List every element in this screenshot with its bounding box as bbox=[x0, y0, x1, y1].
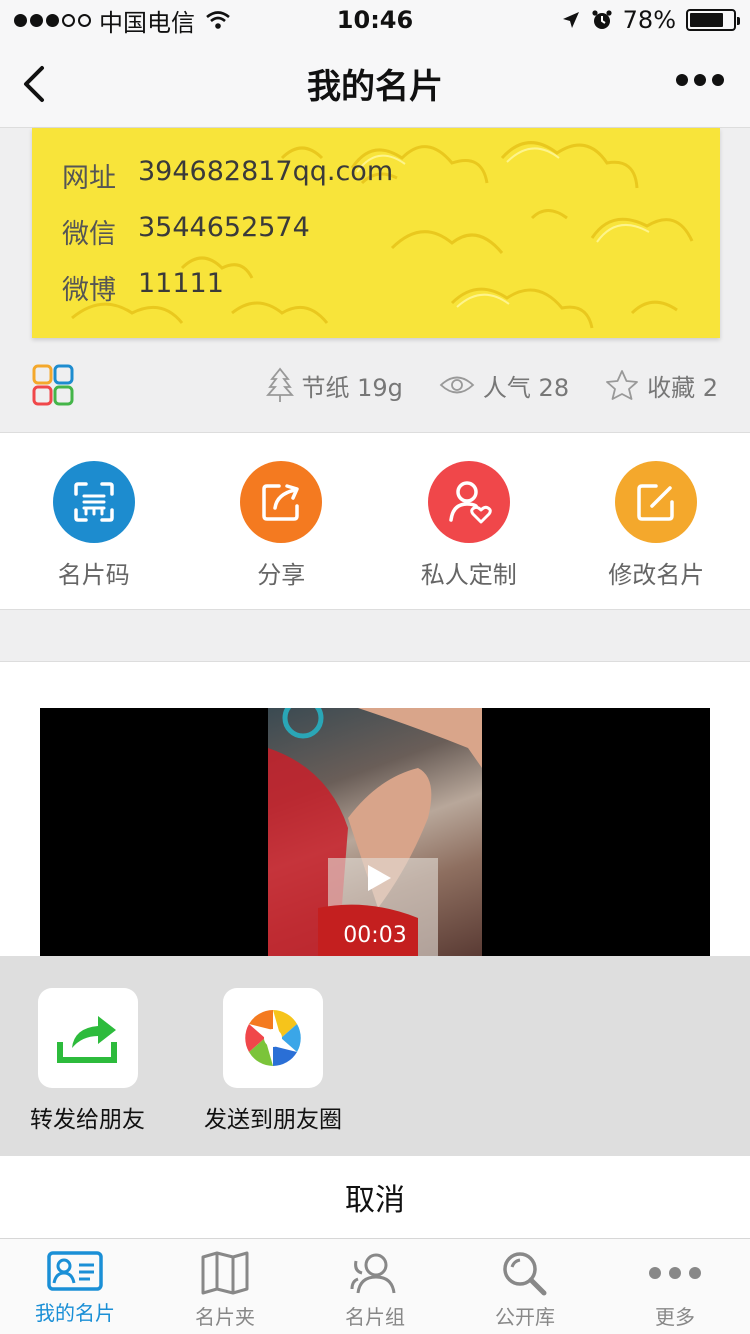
edit-card-button[interactable]: 修改名片 bbox=[563, 433, 750, 609]
tab-label: 名片组 bbox=[345, 1305, 405, 1329]
views-text: 人气 28 bbox=[482, 373, 570, 402]
card-label: 微信 bbox=[62, 219, 116, 250]
card-code-icon bbox=[52, 461, 135, 543]
carrier-name: 中国电信 bbox=[99, 8, 195, 37]
battery-icon bbox=[686, 9, 740, 31]
navigation-bar: 我的名片 bbox=[0, 40, 750, 128]
tab-label: 名片夹 bbox=[195, 1305, 255, 1329]
page-title: 我的名片 bbox=[307, 67, 443, 107]
back-icon[interactable] bbox=[18, 62, 58, 106]
star-icon bbox=[606, 370, 638, 400]
paper-saved-text: 节纸 19g bbox=[301, 373, 403, 402]
paper-saved-stat: 节纸 19g bbox=[265, 367, 403, 403]
location-arrow-icon bbox=[562, 12, 579, 28]
eye-icon bbox=[439, 376, 475, 394]
card-code-button[interactable]: 名片码 bbox=[0, 433, 188, 609]
cancel-button[interactable]: 取消 bbox=[0, 1156, 750, 1238]
forward-to-friend-button[interactable]: 转发给朋友 bbox=[30, 988, 145, 1134]
signal-strength-icon bbox=[14, 13, 91, 27]
card-value: 394682817qq.com bbox=[138, 156, 394, 187]
views-stat: 人气 28 bbox=[439, 367, 569, 403]
tab-public-library[interactable]: 公开库 bbox=[450, 1239, 600, 1334]
share-sheet: 转发给朋友 发送到朋友圈 bbox=[0, 956, 750, 1156]
moments-icon bbox=[223, 988, 323, 1088]
tab-bar: 我的名片 名片夹 名片组 公开库 更多 bbox=[0, 1238, 750, 1334]
edit-icon bbox=[615, 461, 698, 543]
tab-card-folder[interactable]: 名片夹 bbox=[150, 1239, 300, 1334]
video-thumbnail bbox=[268, 708, 482, 956]
card-actions: 名片码 分享 私人定制 修改名片 bbox=[0, 432, 750, 610]
search-icon bbox=[503, 1252, 547, 1296]
tab-my-card[interactable]: 我的名片 bbox=[0, 1239, 150, 1334]
card-stats-row: 节纸 19g 人气 28 收藏 2 bbox=[0, 340, 750, 430]
action-label: 名片码 bbox=[57, 561, 130, 589]
tab-card-group[interactable]: 名片组 bbox=[300, 1239, 450, 1334]
wifi-icon bbox=[206, 11, 230, 29]
card-row-weibo: 微博 11111 bbox=[62, 268, 224, 307]
card-value: 3544652574 bbox=[138, 212, 310, 243]
section-divider bbox=[0, 610, 750, 662]
card-value: 11111 bbox=[138, 268, 224, 299]
tab-label: 我的名片 bbox=[35, 1301, 115, 1325]
battery-percentage: 78% bbox=[622, 6, 676, 34]
forward-icon bbox=[37, 988, 138, 1088]
share-label: 转发给朋友 bbox=[30, 1107, 145, 1133]
more-icon bbox=[649, 1267, 701, 1279]
template-grid-icon[interactable] bbox=[32, 364, 74, 406]
tab-label: 公开库 bbox=[495, 1305, 555, 1329]
action-label: 私人定制 bbox=[420, 561, 517, 589]
favorites-text: 收藏 2 bbox=[647, 373, 718, 402]
card-label: 网址 bbox=[62, 163, 116, 194]
person-heart-icon bbox=[427, 461, 510, 543]
custom-design-button[interactable]: 私人定制 bbox=[375, 433, 563, 609]
book-icon bbox=[201, 1251, 249, 1295]
share-button[interactable]: 分享 bbox=[188, 433, 376, 609]
share-to-moments-button[interactable]: 发送到朋友圈 bbox=[204, 988, 342, 1134]
play-icon[interactable] bbox=[365, 863, 393, 893]
media-section: 00:03 bbox=[0, 662, 750, 956]
tab-label: 更多 bbox=[655, 1305, 695, 1329]
action-label: 分享 bbox=[257, 561, 306, 589]
status-bar: 中国电信 10:46 78% bbox=[0, 0, 750, 40]
tree-icon bbox=[265, 367, 294, 402]
card-row-website: 网址 394682817qq.com bbox=[62, 156, 393, 195]
video-duration: 00:03 bbox=[343, 923, 407, 948]
alarm-icon bbox=[592, 10, 612, 29]
action-label: 修改名片 bbox=[608, 561, 705, 589]
more-options-icon[interactable] bbox=[676, 74, 724, 86]
group-icon bbox=[350, 1253, 396, 1294]
share-icon bbox=[240, 461, 323, 543]
card-row-wechat: 微信 3544652574 bbox=[62, 212, 310, 251]
tab-more[interactable]: 更多 bbox=[600, 1239, 750, 1334]
share-label: 发送到朋友圈 bbox=[204, 1107, 342, 1133]
id-card-icon bbox=[47, 1251, 103, 1291]
business-card: 网址 394682817qq.com 微信 3544652574 微博 1111… bbox=[32, 128, 720, 338]
favorites-stat[interactable]: 收藏 2 bbox=[605, 367, 718, 403]
card-label: 微博 bbox=[62, 275, 116, 306]
video-player[interactable]: 00:03 bbox=[40, 708, 710, 956]
